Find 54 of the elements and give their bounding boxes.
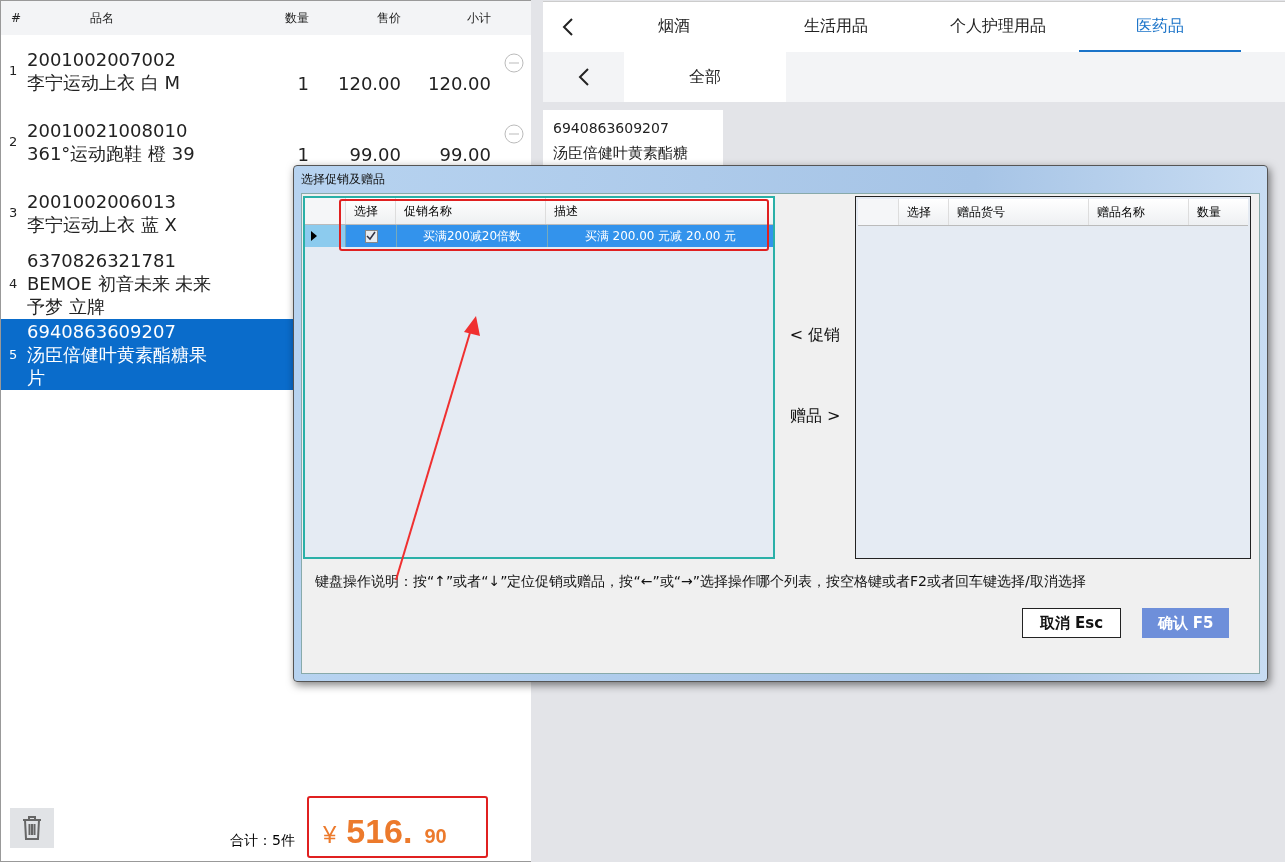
chevron-left-icon (562, 17, 574, 37)
remove-icon[interactable] (504, 53, 524, 73)
total-label: 合计：5件 (230, 832, 295, 850)
row-number: 2 (8, 134, 19, 149)
quantity: 1 (296, 73, 309, 94)
column-header: 数量 (284, 9, 309, 27)
product-name: BEMOE 初音未来 未来予梦 立牌 (27, 272, 213, 318)
product-name: 汤臣倍健叶黄素酯糖果片 (27, 343, 208, 389)
table-cell: 买满 200.00 元减 20.00 元 (547, 225, 773, 247)
delete-button[interactable] (10, 808, 54, 848)
column-header: 选择 (898, 199, 948, 225)
product-code: 6370826321781 (27, 249, 177, 272)
cancel-button[interactable]: 取消 Esc (1022, 608, 1121, 638)
product-name: 361°运动跑鞋 橙 39 (27, 141, 196, 165)
row-header (305, 198, 345, 224)
product-name: 李宁运动上衣 蓝 X (27, 212, 178, 236)
product-name: 汤臣倍健叶黄素酯糖 (553, 144, 689, 163)
move-button[interactable]: < 促销 (783, 324, 847, 347)
row-header (858, 199, 898, 225)
product-code: 20010021008010 (27, 118, 189, 142)
column-header: 售价 (376, 9, 401, 27)
row-pointer-icon (305, 225, 345, 247)
column-header: 数量 (1188, 199, 1248, 225)
product-code: 6940863609207 (27, 320, 177, 343)
column-header: 赠品货号 (948, 199, 1088, 225)
price: 99.00 (348, 144, 401, 165)
product-code: 2001002007002 (27, 47, 177, 71)
move-button[interactable]: 赠品 > (783, 405, 847, 428)
column-header: 促销名称 (395, 198, 545, 224)
column-header: # (10, 11, 23, 25)
row-number: 1 (8, 63, 19, 78)
row-number: 3 (8, 205, 19, 220)
checkbox[interactable] (364, 229, 378, 243)
total-amount: ¥ 516. 90 (306, 796, 488, 858)
column-header: 赠品名称 (1088, 199, 1188, 225)
row-number: 4 (8, 276, 19, 291)
product-name: 李宁运动上衣 白 M (27, 70, 181, 94)
subtotal: 120.00 (427, 73, 491, 94)
row-number: 5 (8, 347, 19, 362)
dialog-title: 选择促销及赠品 (301, 171, 386, 188)
column-header: 小计 (466, 9, 491, 27)
chevron-left-icon (577, 67, 590, 87)
table-cell: 买满200减20倍数 (396, 225, 547, 247)
trash-icon (21, 815, 43, 841)
product-code: 2001002006013 (27, 189, 177, 213)
remove-icon[interactable] (504, 124, 524, 144)
column-header: 品名 (89, 9, 115, 27)
column-header: 描述 (545, 198, 770, 224)
subtotal: 99.00 (438, 144, 491, 165)
price: 120.00 (337, 73, 401, 94)
quantity: 1 (296, 144, 309, 165)
subcategory-tab[interactable]: 全部 (624, 52, 786, 102)
column-header: 选择 (345, 198, 395, 224)
product-code: 6940863609207 (553, 120, 670, 136)
